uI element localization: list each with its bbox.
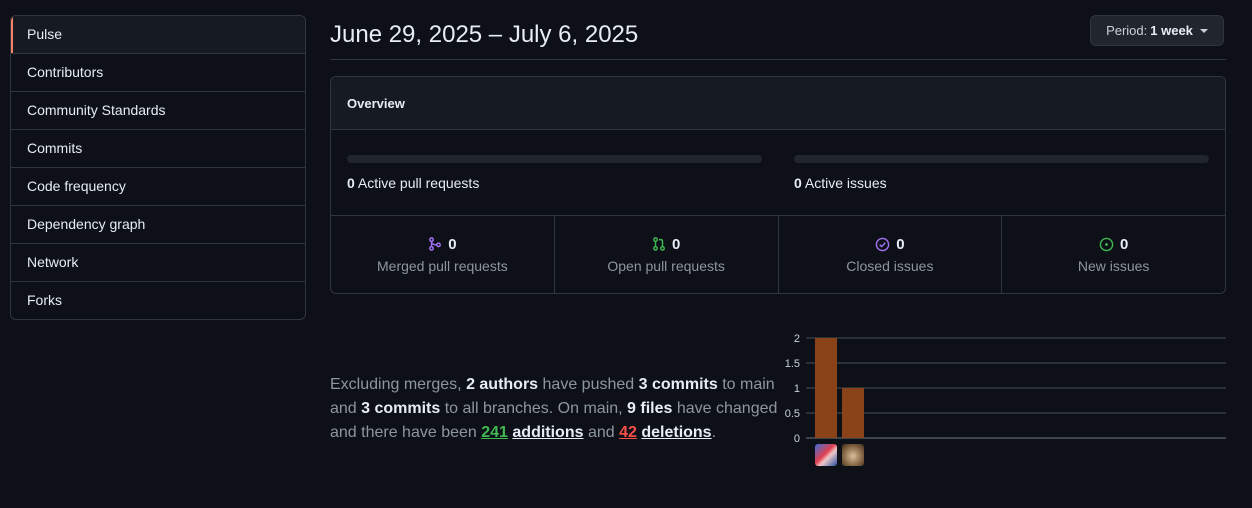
- stat-open-prs[interactable]: 0 Open pull requests: [553, 216, 778, 293]
- active-prs-label: Active pull requests: [357, 175, 480, 191]
- overview-activity: 0 Active pull requests 0 Active issues: [331, 130, 1225, 216]
- deletions-link[interactable]: 42 deletions: [619, 424, 711, 441]
- merged-prs-label: Merged pull requests: [377, 258, 508, 274]
- y-tick-label: 1: [794, 383, 800, 395]
- active-prs-progress-bar: [347, 155, 762, 163]
- summary-authors: 2 authors: [466, 376, 539, 393]
- bar-author-1[interactable]: [815, 338, 837, 438]
- new-issues-label: New issues: [1077, 258, 1150, 274]
- active-issues-progress-bar: [794, 155, 1209, 163]
- y-tick-label: 1.5: [785, 358, 800, 370]
- sidebar-item-contributors[interactable]: Contributors: [11, 53, 305, 91]
- closed-issues-count: 0: [896, 235, 905, 253]
- summary-commits-all: 3 commits: [361, 400, 441, 417]
- sidebar-item-commits[interactable]: Commits: [11, 129, 305, 167]
- active-prs-count: 0: [347, 175, 355, 191]
- summary-text-4: to all branches. On main,: [440, 400, 628, 417]
- sidebar-item-network[interactable]: Network: [11, 243, 305, 281]
- author-avatar-2[interactable]: [842, 444, 864, 466]
- summary-text-6: and: [583, 424, 620, 441]
- sidebar-item-community-standards[interactable]: Community Standards: [11, 91, 305, 129]
- overview-panel: Overview 0 Active pull requests 0 Active…: [330, 76, 1226, 294]
- additions-word: additions: [512, 424, 584, 441]
- issue-closed-icon: [875, 237, 890, 252]
- header-divider: [330, 59, 1226, 60]
- sidebar-item-forks[interactable]: Forks: [11, 281, 305, 319]
- active-issues-count: 0: [794, 175, 802, 191]
- active-prs-link[interactable]: 0 Active pull requests: [347, 175, 479, 191]
- deletions-count: 42: [619, 424, 637, 441]
- summary-text-1: Excluding merges,: [330, 376, 467, 393]
- caret-down-icon: [1199, 28, 1208, 33]
- period-dropdown-button[interactable]: Period: 1 week: [1090, 15, 1224, 46]
- closed-issues-label: Closed issues: [846, 258, 934, 274]
- deletions-word: deletions: [641, 424, 712, 441]
- pull-request-icon: [652, 237, 666, 251]
- new-issues-count: 0: [1119, 235, 1129, 253]
- page-title: June 29, 2025 – July 6, 2025: [330, 21, 639, 48]
- overview-title: Overview: [331, 77, 1225, 130]
- stat-new-issues[interactable]: 0 New issues: [1001, 216, 1225, 293]
- commits-by-author-chart: 0 0.5 1 1.5 2: [780, 325, 1230, 480]
- stat-merged-prs[interactable]: 0 Merged pull requests: [331, 216, 554, 293]
- overview-stats: 0 Merged pull requests 0 Open pull reque…: [331, 216, 1225, 293]
- open-prs-count: 0: [671, 235, 681, 253]
- issue-opened-icon: [1099, 237, 1114, 252]
- y-tick-label: 0: [794, 433, 800, 445]
- merged-prs-count: 0: [448, 235, 457, 253]
- summary-text-2: have pushed: [538, 376, 639, 393]
- summary-commits-main: 3 commits: [638, 376, 718, 393]
- summary-text-7: .: [711, 424, 717, 441]
- summary-files: 9 files: [627, 400, 673, 417]
- merge-icon: [428, 237, 442, 251]
- additions-count: 241: [481, 424, 508, 441]
- active-issues-label: Active issues: [804, 175, 887, 191]
- bar-author-2[interactable]: [842, 388, 864, 438]
- period-value: 1 week: [1150, 23, 1193, 38]
- y-tick-label: 2: [794, 333, 800, 345]
- additions-link[interactable]: 241 additions: [481, 424, 583, 441]
- stat-closed-issues[interactable]: 0 Closed issues: [777, 216, 1002, 293]
- sidebar-item-pulse[interactable]: Pulse: [11, 16, 305, 53]
- open-prs-label: Open pull requests: [607, 258, 725, 274]
- author-avatar-1[interactable]: [815, 444, 837, 466]
- active-issues-link[interactable]: 0 Active issues: [794, 175, 887, 191]
- sidebar-nav: Pulse Contributors Community Standards C…: [10, 15, 306, 320]
- y-tick-label: 0.5: [785, 408, 800, 420]
- period-label: Period:: [1106, 23, 1148, 38]
- sidebar-item-code-frequency[interactable]: Code frequency: [11, 167, 305, 205]
- commit-summary: Excluding merges, 2 authors have pushed …: [330, 373, 780, 445]
- sidebar-item-dependency-graph[interactable]: Dependency graph: [11, 205, 305, 243]
